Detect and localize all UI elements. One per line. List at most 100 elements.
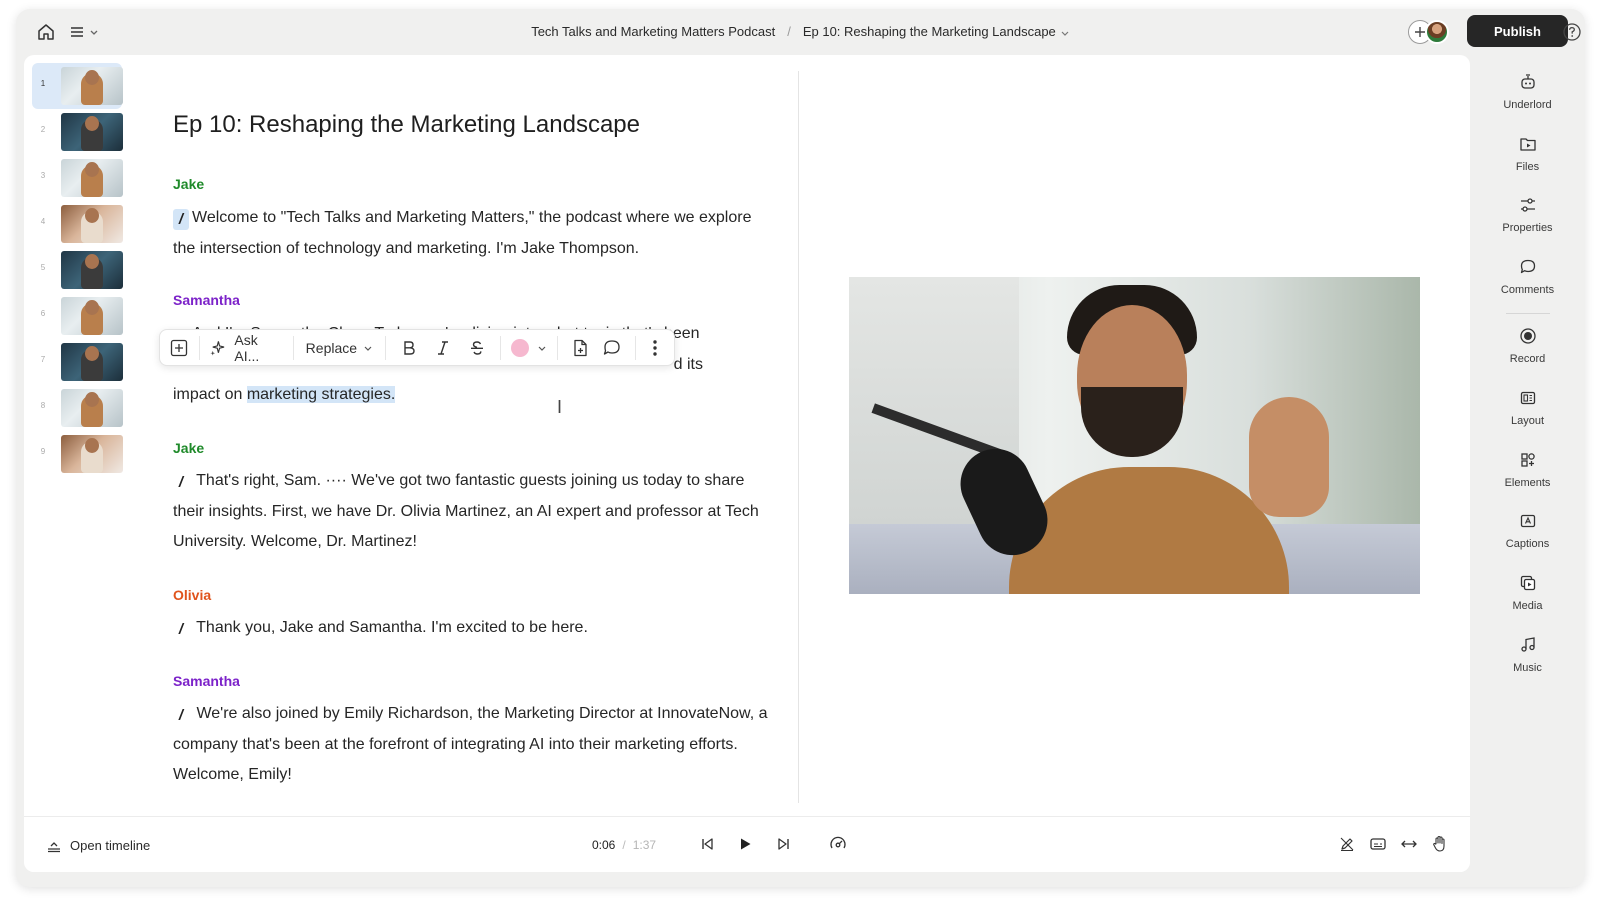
publish-button[interactable]: Publish <box>1467 15 1568 47</box>
transcript-paragraph[interactable]: / That's right, Sam. ···· We've got two … <box>173 466 773 558</box>
video-preview[interactable] <box>849 277 1420 594</box>
block-handle-icon[interactable]: / <box>173 705 189 726</box>
block-handle-icon[interactable]: / <box>173 619 189 640</box>
help-icon[interactable] <box>1562 22 1582 42</box>
scene-thumbnail[interactable]: 8 <box>32 385 123 431</box>
block-handle-icon[interactable]: / <box>173 472 189 493</box>
timeline-icon <box>48 842 60 853</box>
sidebar-item-comments[interactable]: Comments <box>1470 258 1585 308</box>
transcript-paragraph[interactable]: / Welcome to "Tech Talks and Marketing Ma… <box>173 203 773 264</box>
skip-back-icon[interactable] <box>697 834 717 854</box>
media-icon <box>1520 575 1535 591</box>
add-file-icon[interactable] <box>564 334 596 362</box>
replace-dropdown[interactable]: Replace <box>300 334 379 362</box>
block-handle-icon[interactable]: / <box>173 209 189 230</box>
fit-width-icon[interactable] <box>1399 834 1419 854</box>
sidebar-item-files[interactable]: Files <box>1470 135 1585 185</box>
breadcrumb-project[interactable]: Tech Talks and Marketing Matters Podcast <box>531 24 775 39</box>
time-separator: / <box>622 838 626 852</box>
scene-image <box>61 297 123 335</box>
ask-ai-button[interactable]: Ask AI... <box>205 332 286 364</box>
sidebar-item-label: Record <box>1509 353 1546 365</box>
scene-thumbnail[interactable]: 2 <box>32 109 123 155</box>
file-play-icon <box>1519 138 1536 151</box>
bold-icon[interactable] <box>392 334 426 362</box>
open-timeline-button[interactable]: Open timeline <box>46 837 150 853</box>
sidebar-item-label: Captions <box>1505 538 1550 550</box>
current-time: 0:06 <box>592 838 616 852</box>
scene-thumbnail[interactable]: 3 <box>32 155 123 201</box>
sidebar-item-media[interactable]: Media <box>1470 574 1585 624</box>
transcript-paragraph[interactable]: / We're also joined by Emily Richardson,… <box>173 699 773 791</box>
duration: 1:37 <box>632 838 657 852</box>
captions-icon <box>1520 514 1535 528</box>
breadcrumb-episode[interactable]: Ep 10: Reshaping the Marketing Landscape <box>803 24 1056 39</box>
scene-thumbnail[interactable]: 5 <box>32 247 123 293</box>
scene-number: 3 <box>40 171 46 180</box>
sidebar-item-label: Elements <box>1504 477 1551 489</box>
text-cursor-icon: I <box>557 397 563 417</box>
sliders-icon <box>1520 198 1535 212</box>
scene-number: 4 <box>40 217 46 226</box>
chevron-down-icon[interactable] <box>1060 28 1070 38</box>
record-icon <box>1519 328 1536 344</box>
scene-thumbnail[interactable]: 6 <box>32 293 123 339</box>
chevron-down-icon <box>538 346 546 351</box>
speaker-label[interactable]: Olivia <box>173 587 211 603</box>
italic-icon[interactable] <box>426 334 460 362</box>
sidebar-item-properties[interactable]: Properties <box>1470 196 1585 246</box>
sidebar-item-label: Music <box>1513 662 1542 674</box>
scene-number: 8 <box>40 401 46 410</box>
editor-panel: 1 2 3 4 5 6 7 8 9 Ep 10: Reshaping the M… <box>24 55 1470 872</box>
paragraph-text: impact on <box>173 386 247 403</box>
comment-icon <box>1520 259 1535 274</box>
scene-thumbnail[interactable]: 7 <box>32 339 123 385</box>
edit-off-icon[interactable] <box>1337 834 1357 854</box>
top-bar: Tech Talks and Marketing Matters Podcast… <box>16 9 1585 55</box>
sidebar-item-underlord[interactable]: Underlord <box>1470 73 1585 123</box>
skip-forward-icon[interactable] <box>774 834 794 854</box>
scene-image <box>61 205 123 243</box>
speaker-label[interactable]: Samantha <box>173 292 240 308</box>
playback-speed-icon[interactable] <box>828 834 848 854</box>
avatar[interactable] <box>1425 20 1449 44</box>
sidebar-item-elements[interactable]: Elements <box>1470 451 1585 501</box>
hand-tool-icon[interactable] <box>1430 834 1450 854</box>
transcript-line[interactable]: impact on marketing strategies. <box>173 380 773 411</box>
replace-label: Replace <box>305 339 358 356</box>
strikethrough-icon[interactable] <box>460 334 494 362</box>
speaker-label[interactable]: Jake <box>173 440 204 456</box>
sidebar-item-label: Media <box>1512 600 1543 612</box>
divider <box>634 335 636 360</box>
document-title[interactable]: Ep 10: Reshaping the Marketing Landscape <box>173 111 640 139</box>
more-options-icon[interactable] <box>642 334 669 362</box>
add-block-icon[interactable] <box>166 334 193 362</box>
speaker-label[interactable]: Samantha <box>173 673 240 689</box>
play-icon[interactable] <box>735 834 755 854</box>
sidebar-item-label: Comments <box>1500 284 1555 296</box>
sparkle-icon <box>210 340 225 356</box>
sidebar-item-layout[interactable]: Layout <box>1470 389 1585 439</box>
scene-number: 1 <box>40 79 46 88</box>
scene-thumbnail[interactable]: 4 <box>32 201 123 247</box>
selected-text[interactable]: marketing strategies. <box>246 386 396 403</box>
scene-thumbnail[interactable]: 9 <box>32 431 123 477</box>
highlight-color-picker[interactable] <box>507 334 551 362</box>
sidebar-item-captions[interactable]: Captions <box>1470 512 1585 562</box>
app-window: Tech Talks and Marketing Matters Podcast… <box>16 9 1585 887</box>
collaborators[interactable] <box>1408 18 1454 46</box>
scene-thumbnail[interactable]: 1 <box>32 63 123 109</box>
scene-image <box>61 343 123 381</box>
sidebar-item-record[interactable]: Record <box>1470 327 1585 377</box>
speaker-label[interactable]: Jake <box>173 176 204 192</box>
scene-number: 7 <box>40 355 46 364</box>
comment-icon[interactable] <box>596 334 628 362</box>
scene-number: 9 <box>40 447 46 456</box>
divider <box>292 335 294 360</box>
caption-toggle-icon[interactable] <box>1368 834 1388 854</box>
divider <box>557 335 559 360</box>
transcript-paragraph[interactable]: / Thank you, Jake and Samantha. I'm exci… <box>173 613 773 644</box>
scene-number: 6 <box>40 309 46 318</box>
scene-image <box>61 435 123 473</box>
sidebar-item-music[interactable]: Music <box>1470 636 1585 686</box>
